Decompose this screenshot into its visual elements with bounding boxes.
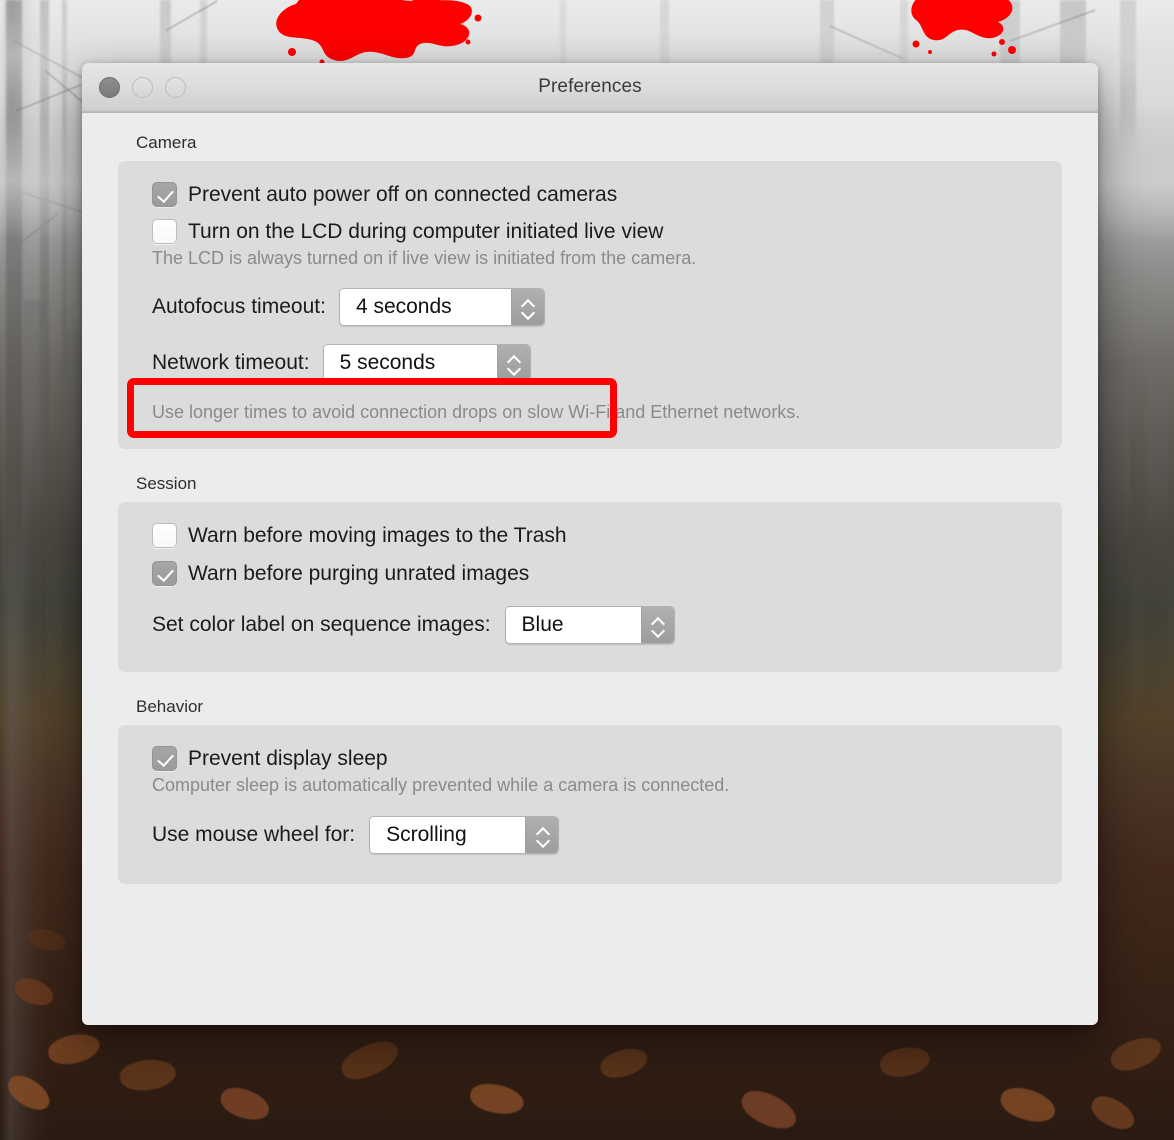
hint-display-sleep: Computer sleep is automatically prevente… <box>152 775 730 795</box>
stepper-color-label[interactable]: Blue <box>504 606 675 644</box>
checkbox-prevent-power-off[interactable] <box>152 182 177 207</box>
checkbox-label-lcd-live-view: Turn on the LCD during computer initiate… <box>188 219 664 243</box>
stepper-arrows-autofocus[interactable] <box>510 289 544 325</box>
label-autofocus-timeout: Autofocus timeout: <box>152 295 326 318</box>
field-row-network-timeout: Network timeout: 5 seconds <box>118 344 1062 382</box>
stepper-arrows-network[interactable] <box>496 345 530 381</box>
tree-trunk <box>1120 0 1136 155</box>
checkbox-row-lcd-live-view[interactable]: Turn on the LCD during computer initiate… <box>118 219 1062 244</box>
stepper-arrows-color-label[interactable] <box>640 607 674 643</box>
stepper-mouse-wheel[interactable]: Scrolling <box>369 816 560 854</box>
window-title: Preferences <box>538 76 642 97</box>
hint-lcd: The LCD is always turned on if live view… <box>152 248 697 268</box>
tree-trunk <box>1145 360 1167 720</box>
chevron-up-icon[interactable] <box>507 354 520 362</box>
chevron-down-icon[interactable] <box>507 365 520 373</box>
checkbox-row-prevent-power-off[interactable]: Prevent auto power off on connected came… <box>118 182 1062 207</box>
label-mouse-wheel: Use mouse wheel for: <box>152 823 356 846</box>
chevron-up-icon[interactable] <box>536 826 549 834</box>
checkbox-warn-purge[interactable] <box>152 561 177 586</box>
checkbox-warn-trash[interactable] <box>152 523 177 548</box>
checkbox-lcd-live-view[interactable] <box>152 219 177 244</box>
stepper-autofocus-timeout[interactable]: 4 seconds <box>338 288 545 326</box>
chevron-down-icon[interactable] <box>536 837 549 845</box>
chevron-down-icon[interactable] <box>651 627 664 635</box>
label-network-timeout: Network timeout: <box>152 351 310 374</box>
field-row-mouse-wheel: Use mouse wheel for: Scrolling <box>118 816 1062 854</box>
field-row-autofocus-timeout: Autofocus timeout: 4 seconds <box>118 288 1062 326</box>
stepper-value-color-label: Blue <box>505 607 578 643</box>
checkbox-prevent-display-sleep[interactable] <box>152 746 177 771</box>
stepper-arrows-mouse-wheel[interactable] <box>525 817 559 853</box>
stepper-network-timeout[interactable]: 5 seconds <box>322 344 531 382</box>
checkbox-row-warn-trash[interactable]: Warn before moving images to the Trash <box>118 523 1062 548</box>
preferences-window: Preferences Camera Prevent auto power of… <box>82 63 1098 1025</box>
stepper-value-autofocus-timeout: 4 seconds <box>339 289 466 325</box>
checkbox-label-prevent-power-off: Prevent auto power off on connected came… <box>188 182 618 206</box>
preferences-content: Camera Prevent auto power off on connect… <box>82 133 1098 884</box>
checkbox-label-warn-purge: Warn before purging unrated images <box>188 561 530 585</box>
checkbox-row-prevent-display-sleep[interactable]: Prevent display sleep <box>118 746 1062 771</box>
tree-trunk <box>6 0 22 640</box>
tree-trunk <box>1100 380 1130 720</box>
section-heading-behavior: Behavior <box>136 697 204 716</box>
checkbox-row-warn-purge[interactable]: Warn before purging unrated images <box>118 561 1062 586</box>
panel-camera: Prevent auto power off on connected came… <box>118 160 1062 449</box>
checkbox-label-warn-trash: Warn before moving images to the Trash <box>188 523 567 547</box>
chevron-up-icon[interactable] <box>651 616 664 624</box>
field-row-color-label: Set color label on sequence images: Blue <box>118 606 1062 644</box>
panel-behavior: Prevent display sleep Computer sleep is … <box>118 724 1062 884</box>
chevron-down-icon[interactable] <box>521 309 534 317</box>
checkbox-label-prevent-display-sleep: Prevent display sleep <box>188 746 388 770</box>
chevron-up-icon[interactable] <box>521 298 534 306</box>
window-titlebar[interactable]: Preferences <box>82 63 1098 113</box>
hint-network: Use longer times to avoid connection dro… <box>152 402 801 422</box>
panel-session: Warn before moving images to the Trash W… <box>118 501 1062 672</box>
section-heading-session: Session <box>136 474 197 493</box>
label-color-label: Set color label on sequence images: <box>152 613 491 636</box>
stepper-value-network-timeout: 5 seconds <box>323 345 450 381</box>
tree-trunk <box>24 300 46 720</box>
section-heading-camera: Camera <box>136 133 197 152</box>
stepper-value-mouse-wheel: Scrolling <box>370 817 481 853</box>
tree-trunk <box>63 330 81 730</box>
